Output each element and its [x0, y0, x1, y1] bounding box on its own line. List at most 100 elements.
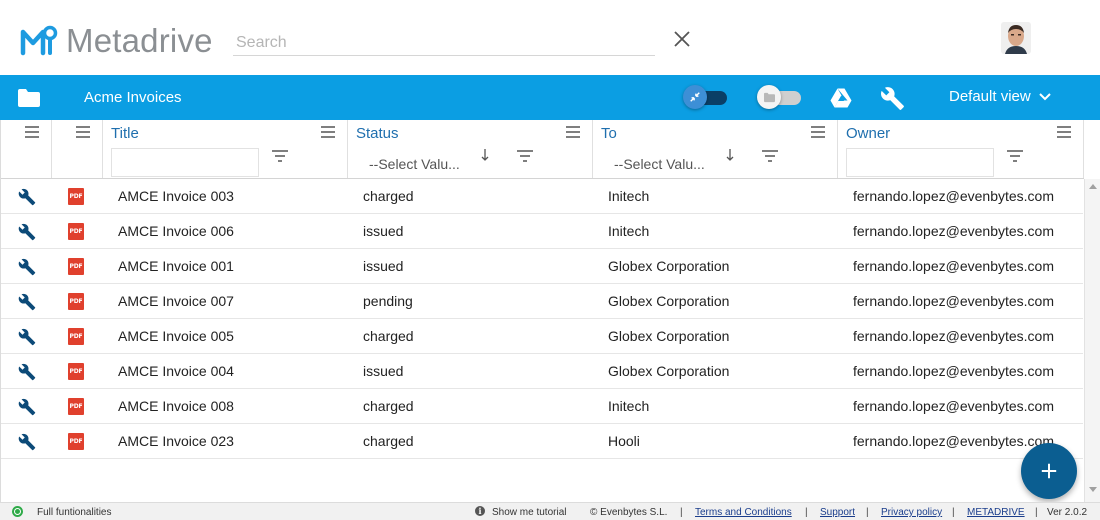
column-owner-label[interactable]: Owner — [846, 125, 890, 142]
hamburger-icon[interactable] — [321, 126, 335, 138]
support-link[interactable]: Support — [820, 507, 855, 518]
wrench-icon[interactable] — [18, 258, 36, 276]
status-filter-select[interactable]: --Select Valu... — [369, 156, 460, 172]
pdf-icon[interactable]: PDF — [68, 363, 84, 380]
separator: | — [866, 507, 869, 518]
app-logo[interactable]: Metadrive — [20, 22, 213, 60]
vertical-scrollbar[interactable] — [1084, 179, 1100, 502]
pdf-icon[interactable]: PDF — [68, 398, 84, 415]
pdf-icon[interactable]: PDF — [68, 223, 84, 240]
cell-title: AMCE Invoice 008 — [118, 398, 234, 414]
header-actions-column — [1, 120, 52, 178]
metadrive-logo-icon — [20, 25, 58, 56]
footer: Full funtionalities i Show me tutorial ©… — [0, 502, 1100, 520]
chevron-down-icon — [1038, 92, 1051, 100]
status-text: Full funtionalities — [37, 507, 112, 518]
header-title-column: Title — [103, 120, 348, 178]
table-row[interactable]: PDF AMCE Invoice 005 charged Globex Corp… — [1, 319, 1083, 354]
table-row[interactable]: PDF AMCE Invoice 003 charged Initech fer… — [1, 179, 1083, 214]
wrench-icon[interactable] — [18, 293, 36, 311]
google-drive-icon[interactable] — [829, 87, 853, 109]
table-row[interactable]: PDF AMCE Invoice 008 charged Initech fer… — [1, 389, 1083, 424]
pdf-icon[interactable]: PDF — [68, 258, 84, 275]
cell-to: Initech — [608, 223, 650, 239]
pdf-icon[interactable]: PDF — [68, 188, 84, 205]
app-name: Metadrive — [66, 22, 213, 59]
filter-icon[interactable] — [517, 150, 533, 162]
cell-status: charged — [363, 398, 414, 414]
cell-title: AMCE Invoice 003 — [118, 188, 234, 204]
column-status-label[interactable]: Status — [356, 125, 399, 142]
pdf-icon[interactable]: PDF — [68, 433, 84, 450]
table-row[interactable]: PDF AMCE Invoice 001 issued Globex Corpo… — [1, 249, 1083, 284]
header-to-column: To --Select Valu... — [593, 120, 838, 178]
cell-status: issued — [363, 258, 404, 274]
cell-to: Initech — [608, 398, 650, 414]
header-type-column — [52, 120, 103, 178]
table-row[interactable]: PDF AMCE Invoice 004 issued Globex Corpo… — [1, 354, 1083, 389]
wrench-icon[interactable] — [18, 363, 36, 381]
terms-link[interactable]: Terms and Conditions — [695, 507, 792, 518]
scroll-up-icon[interactable] — [1089, 183, 1097, 189]
metadrive-link[interactable]: METADRIVE — [967, 507, 1025, 518]
cell-status: pending — [363, 293, 413, 309]
cell-owner: fernando.lopez@evenbytes.com — [853, 188, 1054, 204]
pdf-icon[interactable]: PDF — [68, 293, 84, 310]
tutorial-link[interactable]: Show me tutorial — [492, 507, 566, 518]
cell-title: AMCE Invoice 001 — [118, 258, 234, 274]
sort-down-icon[interactable] — [725, 148, 735, 162]
column-to-label[interactable]: To — [601, 125, 617, 142]
to-filter-select[interactable]: --Select Valu... — [614, 156, 705, 172]
table-row[interactable]: PDF AMCE Invoice 006 issued Initech fern… — [1, 214, 1083, 249]
wrench-icon[interactable] — [18, 433, 36, 451]
copyright-text: © Evenbytes S.L. — [590, 507, 668, 518]
close-icon[interactable] — [670, 27, 694, 51]
info-icon[interactable]: i — [475, 506, 485, 516]
cell-to: Globex Corporation — [608, 293, 730, 309]
folder-view-toggle[interactable] — [757, 85, 801, 109]
cell-status: issued — [363, 363, 404, 379]
filter-icon[interactable] — [1007, 150, 1023, 162]
hamburger-icon[interactable] — [25, 126, 39, 138]
wrench-icon[interactable] — [18, 188, 36, 206]
wrench-icon[interactable] — [880, 86, 905, 111]
cell-title: AMCE Invoice 005 — [118, 328, 234, 344]
top-header: Metadrive — [0, 0, 1100, 75]
hamburger-icon[interactable] — [811, 126, 825, 138]
privacy-link[interactable]: Privacy policy — [881, 507, 942, 518]
cell-owner: fernando.lopez@evenbytes.com — [853, 433, 1054, 449]
column-title-label[interactable]: Title — [111, 125, 139, 142]
compact-view-toggle[interactable] — [683, 85, 727, 109]
table-row[interactable]: PDF AMCE Invoice 023 charged Hooli ferna… — [1, 424, 1083, 459]
sort-down-icon[interactable] — [480, 148, 490, 162]
scroll-down-icon[interactable] — [1089, 487, 1097, 493]
add-document-button[interactable] — [1021, 443, 1077, 499]
cell-title: AMCE Invoice 006 — [118, 223, 234, 239]
cell-owner: fernando.lopez@evenbytes.com — [853, 363, 1054, 379]
hamburger-icon[interactable] — [566, 126, 580, 138]
hamburger-icon[interactable] — [76, 126, 90, 138]
filter-icon[interactable] — [272, 150, 288, 162]
folder-icon[interactable] — [17, 88, 41, 108]
cell-owner: fernando.lopez@evenbytes.com — [853, 258, 1054, 274]
wrench-icon[interactable] — [18, 328, 36, 346]
toolbar: Acme Invoices Default view — [0, 75, 1100, 120]
filter-icon[interactable] — [762, 150, 778, 162]
cell-status: charged — [363, 328, 414, 344]
owner-filter-input[interactable] — [846, 148, 994, 177]
plus-icon — [1041, 463, 1057, 479]
table-row[interactable]: PDF AMCE Invoice 007 pending Globex Corp… — [1, 284, 1083, 319]
hamburger-icon[interactable] — [1057, 126, 1071, 138]
view-select[interactable]: Default view — [949, 88, 1051, 105]
search-input[interactable] — [233, 30, 655, 56]
pdf-icon[interactable]: PDF — [68, 328, 84, 345]
wrench-icon[interactable] — [18, 398, 36, 416]
cell-to: Initech — [608, 188, 650, 204]
breadcrumb[interactable]: Acme Invoices — [84, 89, 182, 106]
cell-status: charged — [363, 188, 414, 204]
wrench-icon[interactable] — [18, 223, 36, 241]
title-filter-input[interactable] — [111, 148, 259, 177]
cell-to: Globex Corporation — [608, 363, 730, 379]
avatar[interactable] — [1001, 22, 1031, 54]
cell-title: AMCE Invoice 007 — [118, 293, 234, 309]
